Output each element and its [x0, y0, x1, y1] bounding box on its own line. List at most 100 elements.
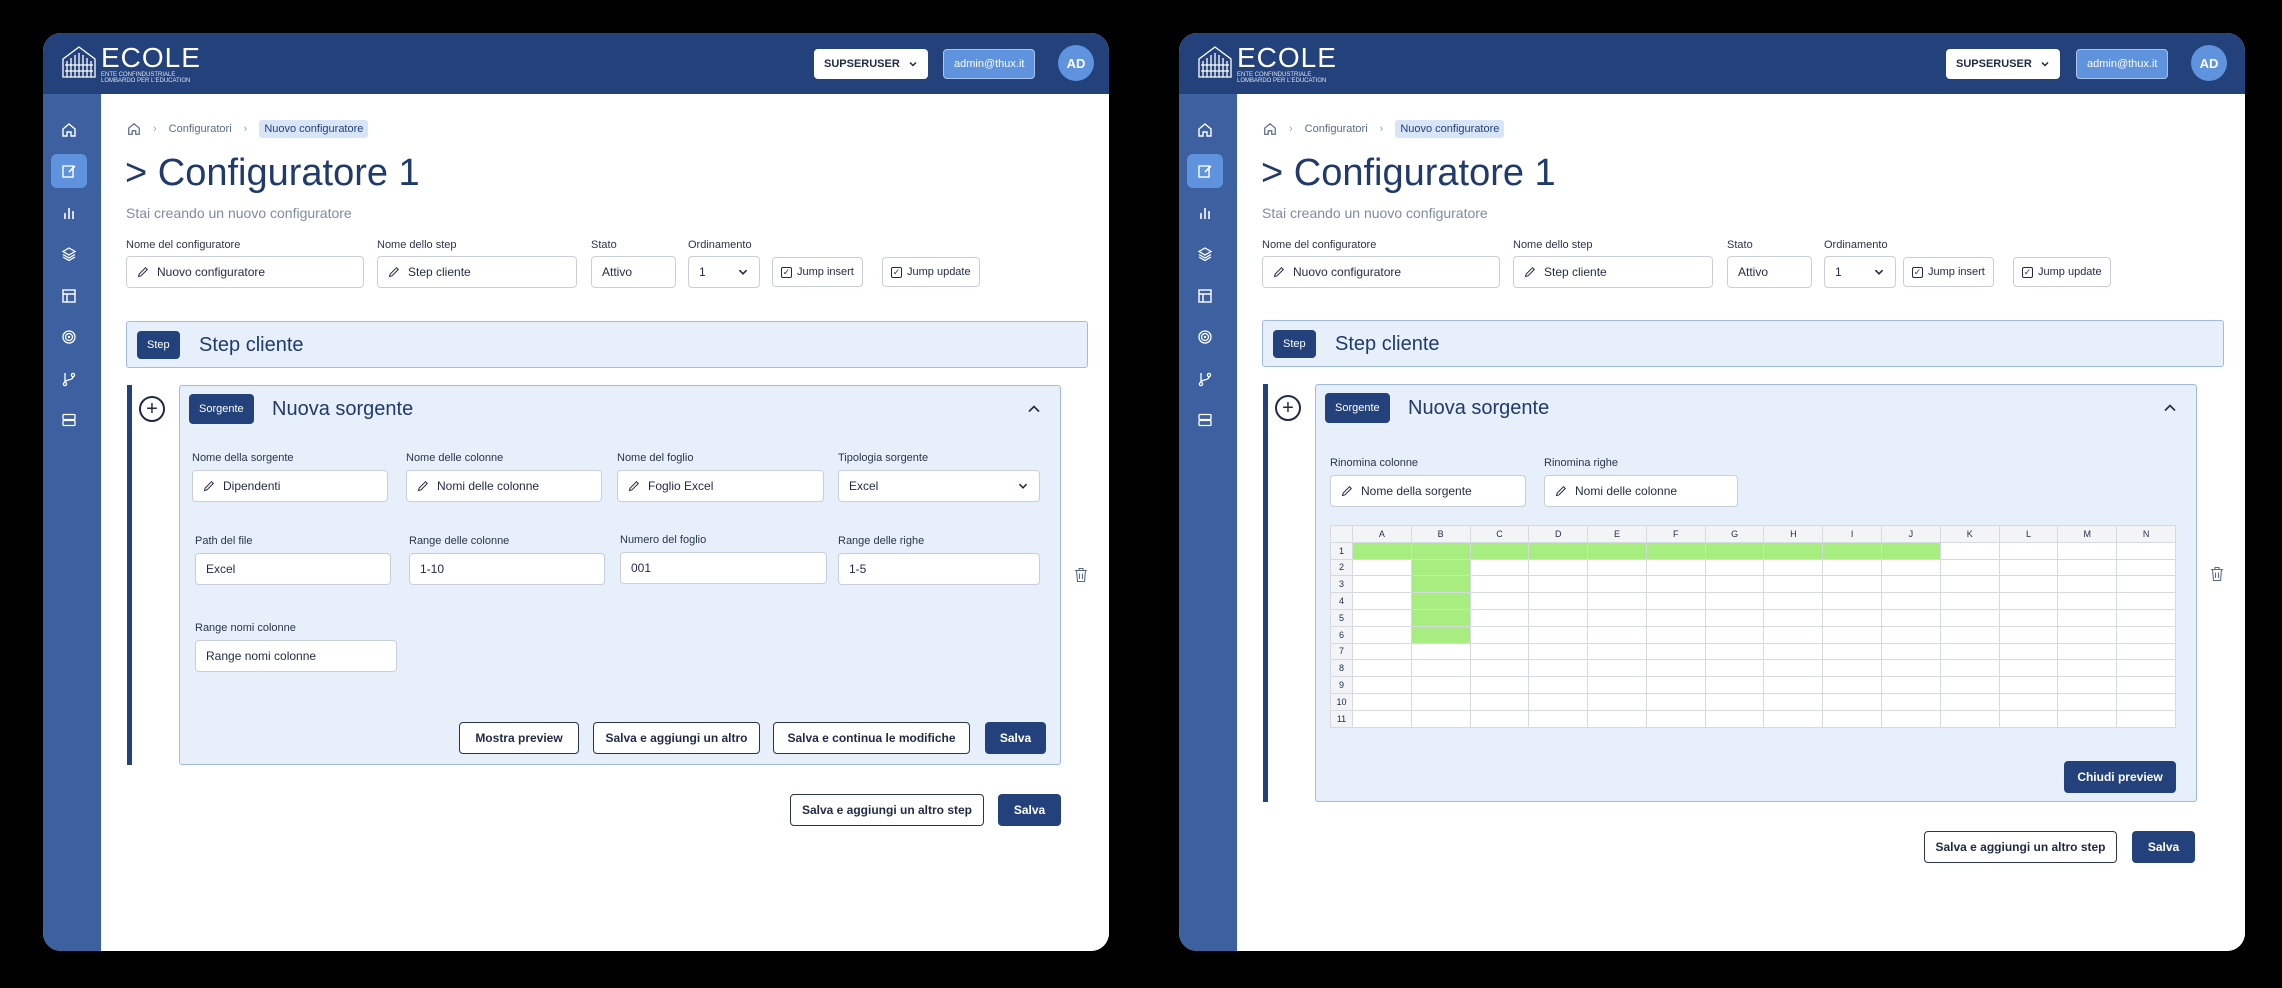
logo[interactable]: ECOLE ENTE CONFINDUSTRIALE LOMBARDO PER … — [57, 43, 201, 85]
step-header[interactable]: Step Step cliente — [126, 321, 1088, 368]
sheet-cell[interactable] — [1587, 659, 1647, 678]
sheet-cell[interactable] — [1587, 692, 1647, 711]
sheet-cell[interactable] — [1469, 625, 1530, 644]
sheet-cell[interactable] — [1352, 575, 1412, 594]
sheet-cell[interactable] — [1998, 541, 2059, 560]
sheet-column-header[interactable]: I — [1822, 525, 1883, 543]
sheet-cell[interactable] — [1704, 659, 1765, 678]
sheet-cell[interactable] — [1410, 592, 1471, 610]
sidebar-item-branches[interactable] — [51, 362, 87, 396]
close-preview-button[interactable]: Chiudi preview — [2064, 761, 2176, 793]
configurator-name-input[interactable]: Nuovo configuratore — [126, 256, 364, 288]
sheet-cell[interactable] — [1645, 659, 1706, 678]
sheet-cell[interactable] — [1645, 642, 1706, 661]
sheet-cell[interactable] — [1763, 642, 1824, 661]
sheet-cell[interactable] — [1645, 625, 1706, 644]
sheet-row-header[interactable]: 8 — [1330, 659, 1353, 678]
save-and-add-another-button[interactable]: Salva e aggiungi un altro — [593, 722, 760, 754]
sidebar-item-server[interactable] — [1187, 403, 1223, 437]
sheet-cell[interactable] — [1939, 592, 2000, 610]
sheet-cell[interactable] — [1939, 541, 2000, 560]
sheet-cell[interactable] — [1528, 709, 1589, 728]
sheet-cell[interactable] — [1587, 558, 1647, 577]
sheet-cell[interactable] — [1352, 659, 1412, 678]
source-type-select[interactable]: Excel — [838, 470, 1040, 502]
sheet-cell[interactable] — [2057, 692, 2118, 711]
sheet-cell[interactable] — [1645, 558, 1706, 577]
sheet-cell[interactable] — [1998, 709, 2059, 728]
jump-insert-checkbox[interactable]: ✓ Jump insert — [772, 257, 863, 287]
sheet-column-header[interactable]: A — [1352, 525, 1412, 543]
sheet-cell[interactable] — [1587, 575, 1647, 594]
sheet-row-header[interactable]: 11 — [1330, 709, 1353, 728]
sheet-row-header[interactable]: 3 — [1330, 575, 1353, 594]
sidebar-item-reports[interactable] — [51, 196, 87, 230]
sheet-cell[interactable] — [1587, 592, 1647, 610]
sheet-cell[interactable] — [1939, 709, 2000, 728]
sheet-cell[interactable] — [1998, 642, 2059, 661]
trash-icon[interactable] — [1074, 567, 1088, 583]
column-names-input[interactable]: Nomi delle colonne — [406, 470, 602, 502]
jump-insert-checkbox[interactable]: ✓ Jump insert — [1903, 257, 1994, 287]
sheet-cell[interactable] — [1998, 625, 2059, 644]
sheet-cell[interactable] — [1410, 692, 1471, 711]
sheet-cell[interactable] — [1998, 676, 2059, 694]
sheet-cell[interactable] — [2057, 709, 2118, 728]
sheet-cell[interactable] — [1410, 709, 1471, 728]
sheet-row-header[interactable]: 2 — [1330, 558, 1353, 577]
sheet-row-header[interactable]: 9 — [1330, 676, 1353, 694]
sheet-cell[interactable] — [2057, 592, 2118, 610]
save-source-button[interactable]: Salva — [985, 722, 1046, 754]
sheet-cell[interactable] — [1352, 709, 1412, 728]
sheet-cell[interactable] — [1410, 676, 1471, 694]
sheet-cell[interactable] — [2057, 642, 2118, 661]
sheet-cell[interactable] — [1469, 558, 1530, 577]
sheet-cell[interactable] — [2116, 541, 2176, 560]
sheet-cell[interactable] — [1528, 659, 1589, 678]
sheet-cell[interactable] — [1822, 659, 1883, 678]
sheet-cell[interactable] — [1645, 709, 1706, 728]
sheet-cell[interactable] — [2116, 709, 2176, 728]
sheet-cell[interactable] — [1352, 692, 1412, 711]
sheet-cell[interactable] — [1410, 541, 1471, 560]
sheet-cell[interactable] — [1352, 642, 1412, 661]
sheet-cell[interactable] — [1469, 608, 1530, 627]
sheet-cell[interactable] — [1528, 692, 1589, 711]
sheet-cell[interactable] — [1410, 625, 1471, 644]
sheet-cell[interactable] — [1352, 592, 1412, 610]
user-email-button[interactable]: admin@thux.it — [943, 49, 1036, 79]
status-input[interactable]: Attivo — [1727, 256, 1812, 288]
column-names-range-input[interactable]: Range nomi colonne — [195, 640, 397, 672]
sheet-row-header[interactable]: 10 — [1330, 692, 1353, 711]
sheet-cell[interactable] — [1998, 575, 2059, 594]
sheet-cell[interactable] — [1587, 541, 1647, 560]
sheet-column-header[interactable]: N — [2116, 525, 2176, 543]
user-email-button[interactable]: admin@thux.it — [2076, 49, 2169, 79]
sheet-cell[interactable] — [1528, 625, 1589, 644]
sheet-cell[interactable] — [2116, 575, 2176, 594]
home-icon[interactable] — [127, 122, 141, 136]
rename-columns-input[interactable]: Nome della sorgente — [1330, 475, 1526, 507]
step-name-input[interactable]: Step cliente — [377, 256, 577, 288]
sheet-cell[interactable] — [1881, 608, 1941, 627]
logo[interactable]: ECOLE ENTE CONFINDUSTRIALE LOMBARDO PER … — [1193, 43, 1337, 85]
sheet-cell[interactable] — [1763, 692, 1824, 711]
sheet-cell[interactable] — [2116, 659, 2176, 678]
sheet-cell[interactable] — [1704, 558, 1765, 577]
sheet-cell[interactable] — [1704, 541, 1765, 560]
sheet-row-header[interactable]: 6 — [1330, 625, 1353, 644]
sheet-cell[interactable] — [1352, 676, 1412, 694]
sidebar-item-server[interactable] — [51, 403, 87, 437]
sheet-cell[interactable] — [1881, 659, 1941, 678]
sidebar-item-reports[interactable] — [1187, 196, 1223, 230]
sheet-cell[interactable] — [1469, 642, 1530, 661]
sheet-cell[interactable] — [1822, 575, 1883, 594]
sheet-cell[interactable] — [1645, 592, 1706, 610]
sidebar-item-target[interactable] — [1187, 320, 1223, 354]
sheet-cell[interactable] — [1881, 692, 1941, 711]
sheet-row-header[interactable]: 5 — [1330, 608, 1353, 627]
sheet-column-header[interactable]: L — [1998, 525, 2059, 543]
sheet-cell[interactable] — [1763, 676, 1824, 694]
step-name-input[interactable]: Step cliente — [1513, 256, 1713, 288]
sheet-cell[interactable] — [1822, 709, 1883, 728]
